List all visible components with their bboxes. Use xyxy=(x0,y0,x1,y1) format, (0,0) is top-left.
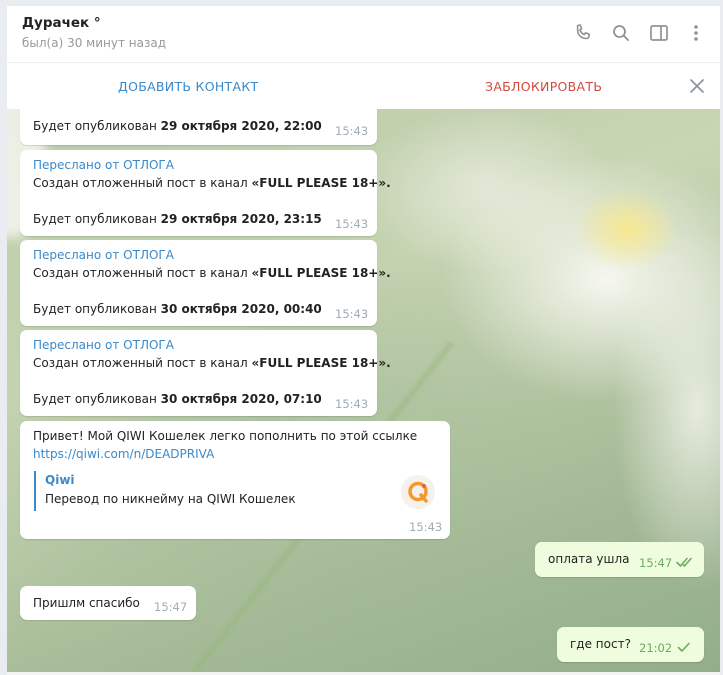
message-time: 15:43 xyxy=(335,124,369,138)
message-publish-line: Будет опубликован 30 октября 2020, 07:10 xyxy=(33,392,322,406)
message-time: 15:43 xyxy=(409,520,443,534)
message-bubble[interactable]: Привет! Мой QIWI Кошелек легко пополнить… xyxy=(20,421,450,539)
message-text: Создан отложенный пост в канал «FULL PLE… xyxy=(33,266,391,280)
forwarded-from-label[interactable]: Переслано от ОТЛОГА xyxy=(33,156,174,174)
message-publish-line: Будет опубликован 30 октября 2020, 00:40 xyxy=(33,302,322,316)
message-bubble[interactable]: Пришлм спасибо 15:47 xyxy=(20,586,196,620)
message-time: 15:47 xyxy=(639,556,673,570)
message-text: Создан отложенный пост в канал «FULL PLE… xyxy=(33,176,391,190)
block-button[interactable]: ЗАБЛОКИРОВАТЬ xyxy=(485,79,602,94)
message-time: 21:02 xyxy=(639,641,673,655)
message-time: 15:47 xyxy=(154,600,188,614)
link-preview[interactable]: Qiwi Перевод по никнейму на QIWI Кошелек xyxy=(34,471,439,511)
message-text: Будет опубликован 29 октября 2020, 22:00 xyxy=(33,119,322,133)
forwarded-from-label[interactable]: Переслано от ОТЛОГА xyxy=(33,336,174,354)
message-bubble[interactable]: Будет опубликован 29 октября 2020, 22:00… xyxy=(20,109,377,145)
close-icon[interactable] xyxy=(687,76,707,96)
more-options-icon[interactable] xyxy=(684,21,708,45)
sidebar-toggle-icon[interactable] xyxy=(647,21,671,45)
message-text: Привет! Мой QIWI Кошелек легко пополнить… xyxy=(33,429,418,443)
outgoing-message-bubble[interactable]: оплата ушла 15:47 xyxy=(535,542,704,577)
message-time: 15:43 xyxy=(335,307,369,321)
message-text: Пришлм спасибо xyxy=(33,596,140,610)
phone-icon[interactable] xyxy=(571,21,595,45)
check-icon xyxy=(677,640,691,658)
forwarded-from-label[interactable]: Переслано от ОТЛОГА xyxy=(33,246,174,264)
qiwi-logo-icon xyxy=(400,474,436,510)
add-contact-button[interactable]: ДОБАВИТЬ КОНТАКТ xyxy=(118,79,258,94)
link-preview-description: Перевод по никнейму на QIWI Кошелек xyxy=(45,492,296,506)
message-link[interactable]: https://qiwi.com/n/DEADPRIVA xyxy=(33,445,214,463)
message-text: Создан отложенный пост в канал «FULL PLE… xyxy=(33,356,391,370)
contact-action-bar: ДОБАВИТЬ КОНТАКТ ЗАБЛОКИРОВАТЬ xyxy=(7,62,720,110)
outgoing-message-bubble[interactable]: где пост? 21:02 xyxy=(557,627,704,662)
message-text: оплата ушла xyxy=(548,552,630,566)
message-bubble[interactable]: Переслано от ОТЛОГА Создан отложенный по… xyxy=(20,150,391,236)
chat-title[interactable]: Дурачек ° xyxy=(22,15,101,31)
chat-header: Дурачек ° был(а) 30 минут назад xyxy=(7,6,720,62)
message-time: 15:43 xyxy=(335,397,369,411)
link-preview-site: Qiwi xyxy=(45,473,75,487)
double-check-icon xyxy=(676,555,696,573)
message-publish-line: Будет опубликован 29 октября 2020, 23:15 xyxy=(33,212,322,226)
message-time: 15:43 xyxy=(335,217,369,231)
message-bubble[interactable]: Переслано от ОТЛОГА Создан отложенный по… xyxy=(20,330,391,416)
search-icon[interactable] xyxy=(609,21,633,45)
chat-messages-area[interactable]: Будет опубликован 29 октября 2020, 22:00… xyxy=(7,109,720,672)
message-bubble[interactable]: Переслано от ОТЛОГА Создан отложенный по… xyxy=(20,240,391,326)
last-seen-status: был(а) 30 минут назад xyxy=(22,36,166,50)
chat-window: Дурачек ° был(а) 30 минут назад ДОБАВИТЬ… xyxy=(7,6,720,675)
message-text: где пост? xyxy=(570,637,631,651)
